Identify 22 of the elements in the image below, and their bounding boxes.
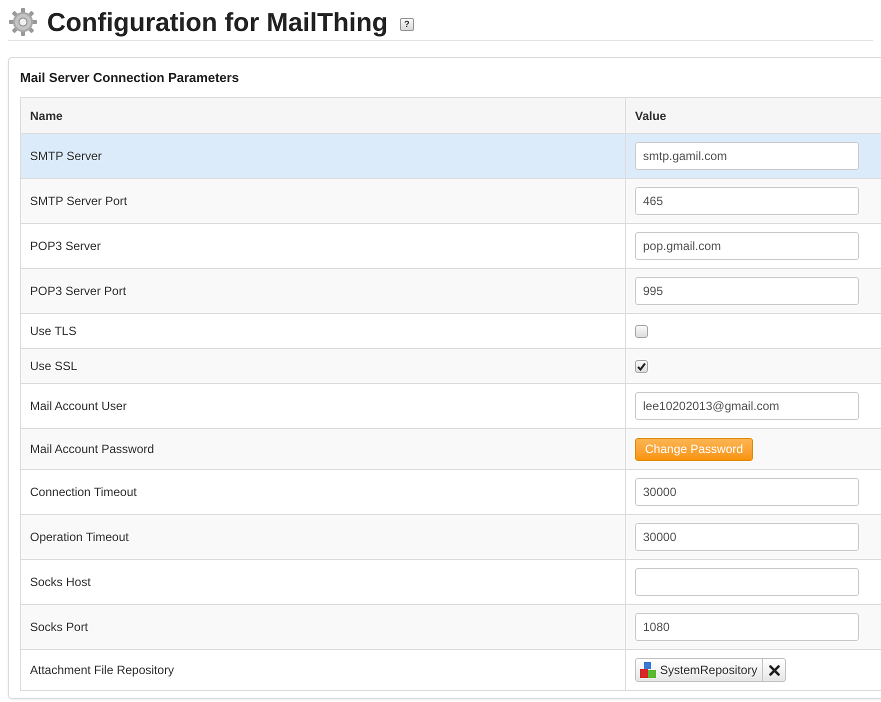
input-field[interactable]: lee10202013@gmail.com: [635, 392, 859, 420]
input-field[interactable]: 1080: [635, 613, 859, 641]
input-field[interactable]: smtp.gamil.com: [635, 142, 859, 170]
checkbox[interactable]: [635, 324, 648, 338]
help-button[interactable]: ?: [400, 18, 414, 30]
checkbox[interactable]: [635, 360, 648, 372]
input-field[interactable]: pop.gmail.com: [635, 232, 859, 260]
blocks-icon: [640, 662, 656, 678]
repository-name: SystemRepository: [660, 662, 758, 679]
close-icon: [768, 664, 780, 676]
input-field[interactable]: [635, 568, 859, 596]
gear-icon: [8, 7, 38, 37]
remove-button[interactable]: [763, 658, 786, 682]
input-field[interactable]: 465: [635, 187, 859, 215]
repository-chip[interactable]: SystemRepository: [635, 658, 764, 682]
input-field[interactable]: 30000: [635, 523, 859, 551]
input-field[interactable]: 30000: [635, 478, 859, 506]
panel-title: Mail Server Connection Parameters: [20, 70, 240, 86]
table-cell: Attachment File Repository: [20, 650, 626, 690]
input-field[interactable]: 995: [635, 277, 859, 305]
column-header: Name: [20, 98, 626, 134]
page-title: Configuration for MailThing: [47, 7, 388, 37]
